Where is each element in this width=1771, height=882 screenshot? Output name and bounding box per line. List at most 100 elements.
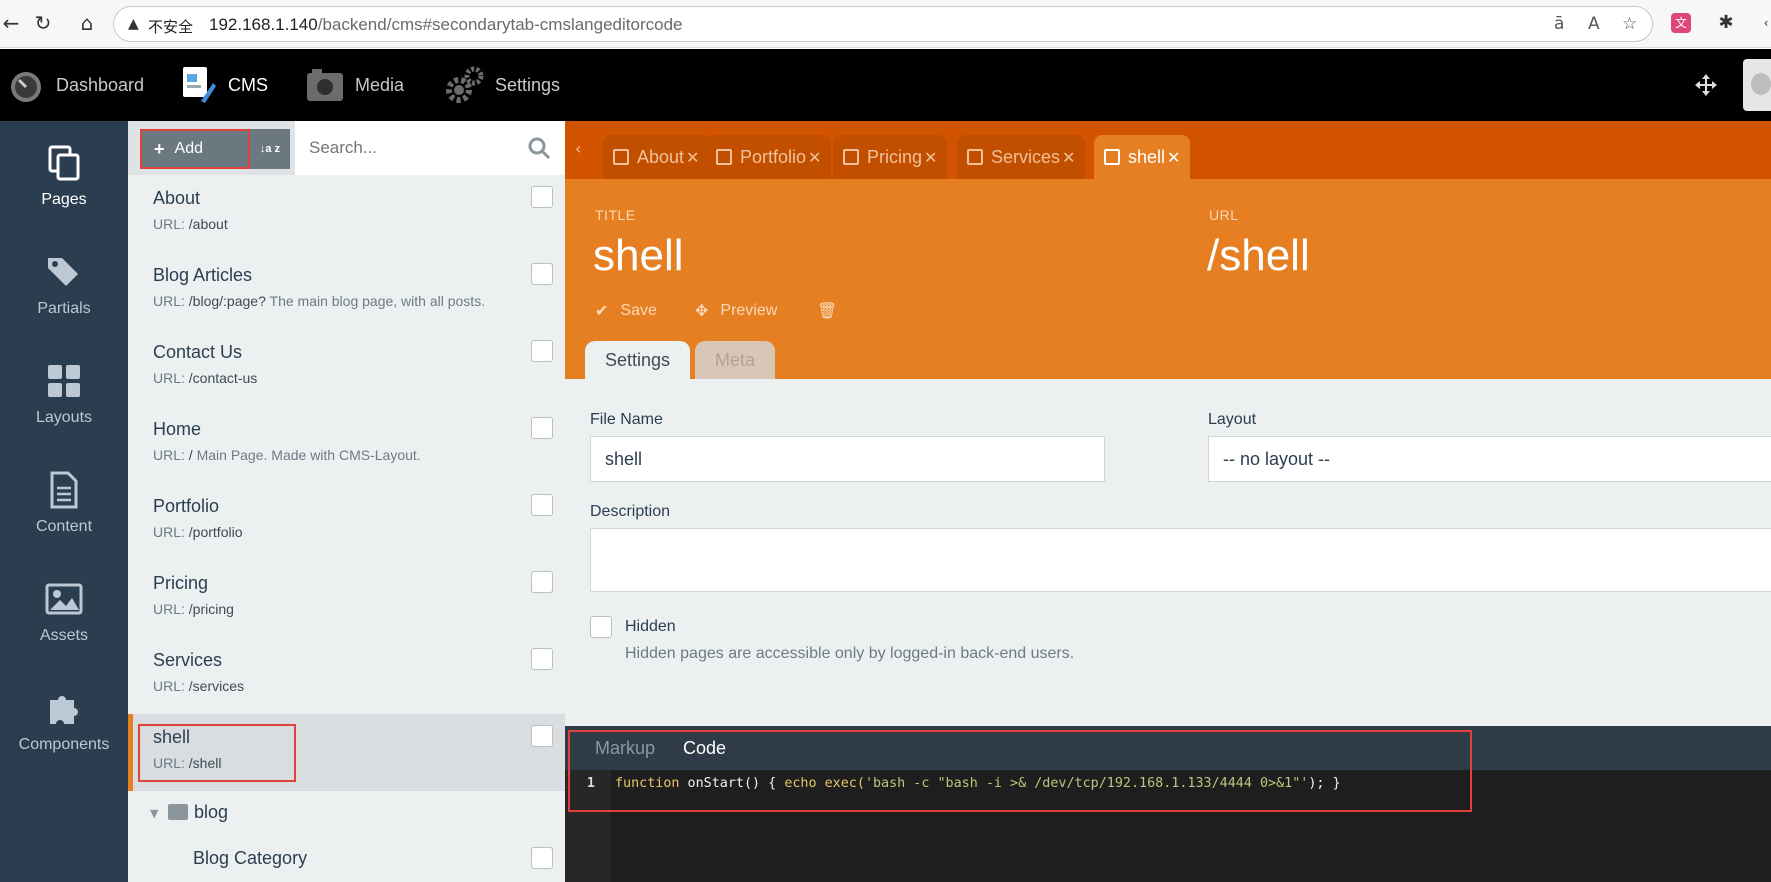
- preview-button[interactable]: ✥ Preview: [695, 301, 777, 320]
- home-icon[interactable]: ⌂: [76, 12, 98, 34]
- sidebar-item-assets[interactable]: Assets: [0, 557, 128, 666]
- highlight-outline: [568, 730, 1472, 812]
- page-url: URL: /about: [153, 216, 228, 232]
- sidebar-item-pages[interactable]: Pages: [0, 121, 128, 230]
- list-item[interactable]: Portfolio URL: /portfolio: [128, 483, 565, 560]
- layout-value: -- no layout --: [1223, 449, 1331, 469]
- row-checkbox[interactable]: [531, 340, 553, 362]
- close-icon[interactable]: ✕: [808, 148, 821, 167]
- sidebar-item-layouts[interactable]: Layouts: [0, 339, 128, 448]
- list-item[interactable]: Home URL: / Main Page. Made with CMS-Lay…: [128, 406, 565, 483]
- row-checkbox[interactable]: [531, 571, 553, 593]
- warning-icon: ▲: [128, 16, 139, 32]
- close-icon[interactable]: ✕: [1062, 148, 1075, 167]
- tab-portfolio[interactable]: Portfolio ✕: [706, 135, 832, 179]
- close-icon[interactable]: ✕: [686, 148, 699, 167]
- list-item[interactable]: Contact Us URL: /contact-us: [128, 329, 565, 406]
- fullscreen-icon[interactable]: [1694, 49, 1718, 121]
- row-checkbox[interactable]: [531, 263, 553, 285]
- preview-label: Preview: [720, 301, 778, 319]
- row-checkbox[interactable]: [531, 186, 553, 208]
- sidebar-item-content[interactable]: Content: [0, 448, 128, 557]
- list-item-selected[interactable]: shell URL: /shell: [128, 714, 565, 791]
- nav-settings-label: Settings: [495, 74, 561, 95]
- chevron-left-icon[interactable]: ‹: [575, 139, 581, 158]
- avatar[interactable]: [1743, 59, 1771, 111]
- puzzle-icon: [50, 695, 78, 724]
- favorite-star-icon[interactable]: ☆: [1622, 14, 1637, 34]
- list-item[interactable]: Blog Articles URL: /blog/:page? The main…: [128, 252, 565, 329]
- url-text[interactable]: 192.168.1.140/backend/cms#secondarytab-c…: [209, 15, 682, 35]
- sidebar-item-components[interactable]: Components: [0, 666, 128, 775]
- plus-icon: +: [154, 138, 165, 159]
- read-aloud-icon[interactable]: A: [1588, 14, 1600, 34]
- sort-button[interactable]: ↓a z: [250, 129, 290, 169]
- url-value[interactable]: /shell: [1207, 231, 1310, 281]
- tab-shell[interactable]: shell ✕: [1094, 135, 1191, 179]
- search-box: [295, 121, 565, 175]
- sidebar-item-label: Layouts: [35, 408, 93, 426]
- layout-select[interactable]: -- no layout --: [1208, 436, 1771, 482]
- tab-label: Services: [991, 146, 1061, 167]
- url-value: /portfolio: [188, 524, 243, 540]
- row-checkbox[interactable]: [531, 847, 553, 869]
- reload-icon[interactable]: ↻: [32, 12, 54, 34]
- description-field[interactable]: [590, 528, 1771, 592]
- translator-extension-icon[interactable]: 文: [1671, 13, 1691, 33]
- layout-label: Layout: [1208, 411, 1257, 428]
- url-prefix: URL:: [153, 601, 185, 617]
- save-button[interactable]: ✔ Save: [595, 301, 657, 320]
- row-checkbox[interactable]: [531, 648, 553, 670]
- pages-icon: [48, 145, 80, 180]
- back-icon[interactable]: ←: [0, 12, 22, 34]
- delete-button[interactable]: 🗑: [817, 301, 849, 320]
- row-checkbox[interactable]: [531, 417, 553, 439]
- search-input[interactable]: [309, 135, 519, 161]
- page-icon: [1104, 149, 1120, 165]
- tab-about[interactable]: About ✕: [603, 135, 710, 179]
- list-item[interactable]: Services URL: /services: [128, 637, 565, 714]
- url-prefix: URL:: [153, 293, 185, 309]
- file-name-field[interactable]: shell: [590, 436, 1105, 482]
- tab-meta[interactable]: Meta: [695, 341, 776, 379]
- url-value: /contact-us: [188, 370, 258, 386]
- url-value: /blog/:page?: [188, 293, 266, 309]
- page-url: URL: /blog/:page? The main blog page, wi…: [153, 293, 485, 309]
- tab-pricing[interactable]: Pricing ✕: [833, 135, 948, 179]
- row-checkbox[interactable]: [531, 725, 553, 747]
- address-bar[interactable]: ▲ 不安全 192.168.1.140/backend/cms#secondar…: [113, 6, 1653, 42]
- tab-label: Portfolio: [740, 146, 807, 167]
- page-description: The main blog page, with all posts.: [269, 293, 486, 309]
- url-value: /services: [188, 678, 245, 694]
- more-icon[interactable]: ‹: [1756, 13, 1771, 33]
- url-prefix: URL:: [153, 447, 185, 463]
- nav-media[interactable]: Media: [305, 49, 404, 121]
- extensions-icon[interactable]: ✱: [1716, 13, 1736, 33]
- tab-services[interactable]: Services ✕: [957, 135, 1086, 179]
- list-item[interactable]: Pricing URL: /pricing: [128, 560, 565, 637]
- add-page-button[interactable]: + Add: [140, 129, 250, 169]
- page-title: About: [153, 188, 201, 208]
- page-title: Home: [153, 419, 202, 439]
- tab-settings[interactable]: Settings: [585, 341, 691, 379]
- collapse-triangle-icon[interactable]: ▼: [150, 807, 158, 820]
- nav-cms[interactable]: CMS: [178, 49, 268, 121]
- list-item[interactable]: About URL: /about: [128, 175, 565, 252]
- nav-dashboard[interactable]: Dashboard: [6, 49, 144, 121]
- close-icon[interactable]: ✕: [1167, 148, 1180, 167]
- app-top-nav: Dashboard CMS Media Settings: [0, 49, 1771, 121]
- nav-dashboard-label: Dashboard: [56, 74, 145, 95]
- pages-list-panel: + Add ↓a z About URL: /about Blog Articl…: [128, 121, 565, 882]
- title-value[interactable]: shell: [593, 231, 684, 281]
- sidebar-item-partials[interactable]: Partials: [0, 230, 128, 339]
- translate-icon[interactable]: ā: [1554, 14, 1564, 34]
- list-item[interactable]: Blog Category: [128, 836, 565, 882]
- search-icon[interactable]: [527, 136, 551, 160]
- page-icon: [716, 149, 732, 165]
- folder-item-blog[interactable]: ▼ blog: [128, 791, 565, 836]
- close-icon[interactable]: ✕: [924, 148, 937, 167]
- nav-settings[interactable]: Settings: [445, 49, 560, 121]
- url-value: /: [188, 447, 193, 463]
- hidden-checkbox[interactable]: [590, 616, 612, 638]
- row-checkbox[interactable]: [531, 494, 553, 516]
